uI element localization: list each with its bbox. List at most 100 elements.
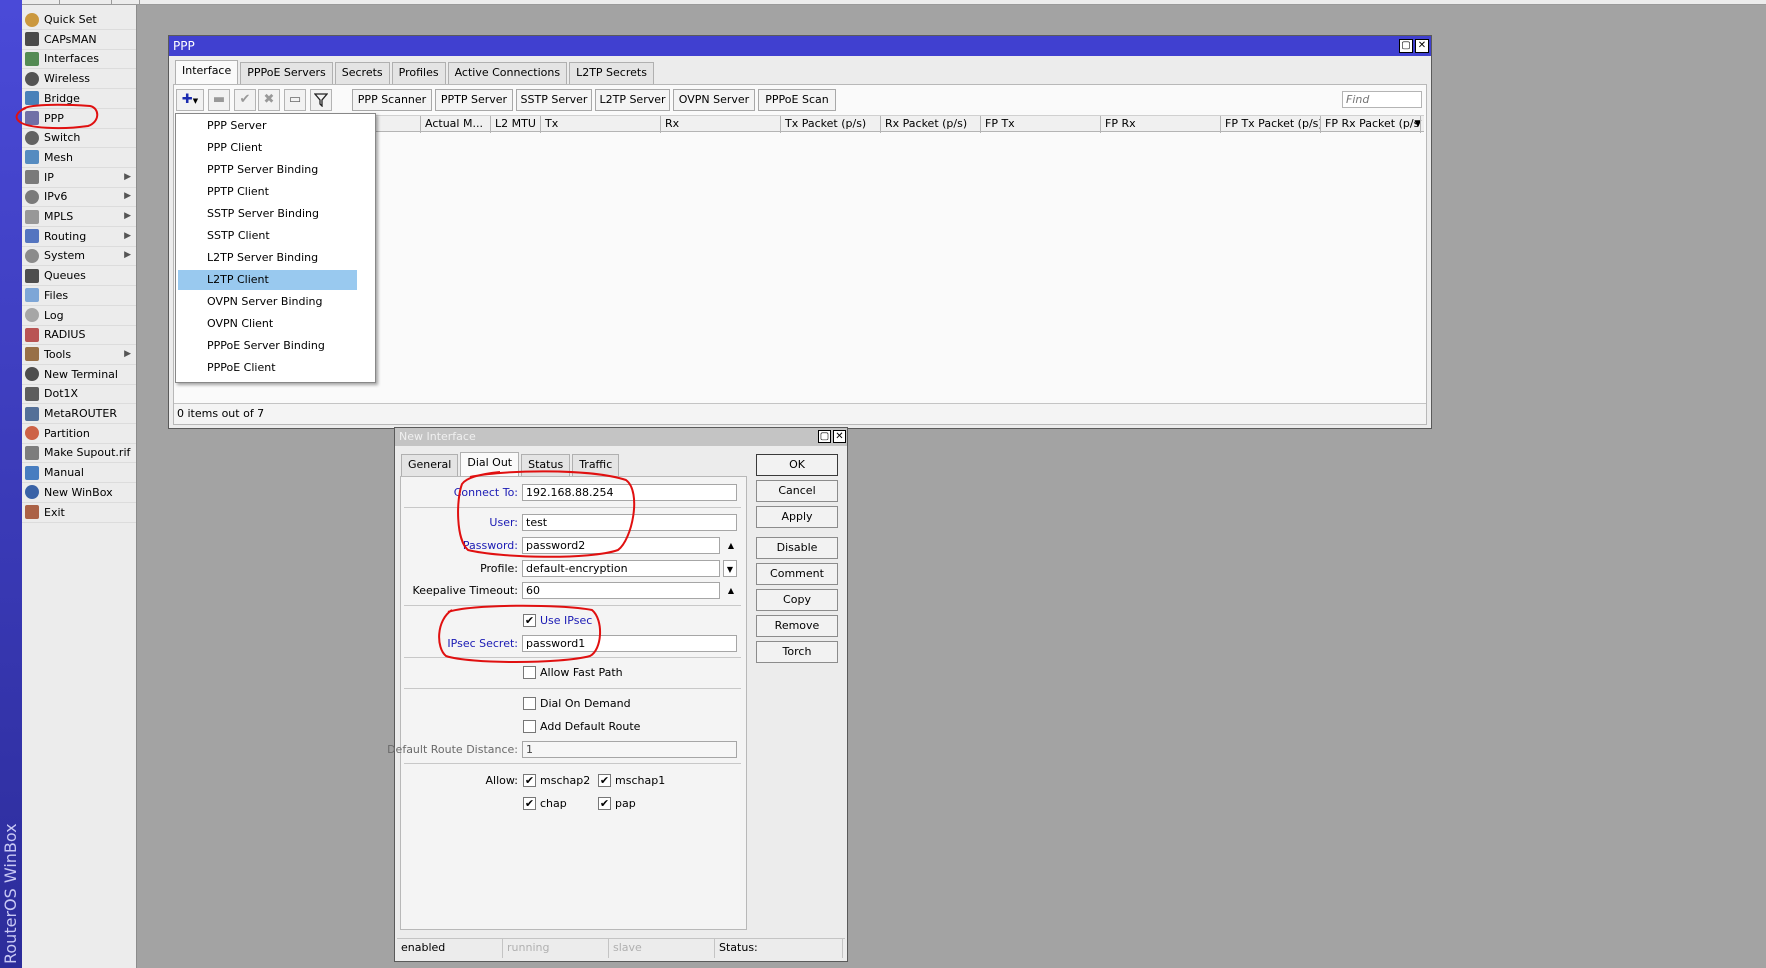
menu-item-pptp-server-binding[interactable]: PPTP Server Binding bbox=[178, 160, 357, 180]
sidebar-item-capsman[interactable]: CAPsMAN bbox=[22, 30, 136, 50]
column-header[interactable]: Tx Packet (p/s) bbox=[781, 116, 881, 133]
menu-item-pptp-client[interactable]: PPTP Client bbox=[178, 182, 357, 202]
sidebar-item-tools[interactable]: Tools ▶ bbox=[22, 345, 136, 365]
sidebar-item-new-terminal[interactable]: New Terminal bbox=[22, 365, 136, 385]
default-route-distance-input[interactable]: 1 bbox=[522, 741, 737, 758]
add-button[interactable]: ✚▼ bbox=[176, 89, 204, 111]
column-header[interactable]: FP Rx bbox=[1101, 116, 1221, 133]
ovpn-server-button[interactable]: OVPN Server bbox=[673, 89, 755, 111]
pptp-server-button[interactable]: PPTP Server bbox=[435, 89, 513, 111]
sidebar-item-partition[interactable]: Partition bbox=[22, 424, 136, 444]
sidebar-item-system[interactable]: System ▶ bbox=[22, 246, 136, 267]
remove-button[interactable]: ▬ bbox=[208, 89, 230, 111]
column-header[interactable]: FP Rx Packet (p/s) bbox=[1321, 116, 1421, 133]
menu-item-pppoe-server-binding[interactable]: PPPoE Server Binding bbox=[178, 336, 357, 356]
disable-button[interactable]: ✖ bbox=[258, 89, 280, 111]
menu-item-l2tp-server-binding[interactable]: L2TP Server Binding bbox=[178, 248, 357, 268]
use-ipsec-checkbox[interactable]: ✔ bbox=[523, 614, 536, 627]
close-icon[interactable]: ✕ bbox=[833, 430, 846, 443]
column-header[interactable]: FP Tx Packet (p/s) bbox=[1221, 116, 1321, 133]
tab-l2tp-secrets[interactable]: L2TP Secrets bbox=[569, 62, 654, 84]
maximize-icon[interactable]: ▢ bbox=[1399, 39, 1413, 53]
column-header[interactable]: Actual M... bbox=[421, 116, 491, 133]
sidebar-item-exit[interactable]: Exit bbox=[22, 503, 136, 523]
menu-item-l2tp-client[interactable]: L2TP Client bbox=[178, 270, 357, 290]
sidebar-item-ppp[interactable]: PPP bbox=[22, 109, 136, 129]
password-input[interactable]: password2 bbox=[522, 537, 720, 554]
column-header[interactable]: Rx Packet (p/s) bbox=[881, 116, 981, 133]
column-header[interactable]: L2 MTU bbox=[491, 116, 541, 133]
profile-select[interactable]: default-encryption bbox=[522, 560, 720, 577]
sidebar-item-interfaces[interactable]: Interfaces bbox=[22, 49, 136, 70]
new-interface-titlebar[interactable]: New Interface ▢ ✕ bbox=[395, 428, 847, 446]
close-icon[interactable]: ✕ bbox=[1415, 39, 1429, 53]
column-header[interactable]: Rx bbox=[661, 116, 781, 133]
sidebar-item-radius[interactable]: RADIUS bbox=[22, 325, 136, 346]
enable-button[interactable]: ✔ bbox=[234, 89, 256, 111]
ipsec-secret-input[interactable]: password1 bbox=[522, 635, 737, 652]
sidebar-item-bridge[interactable]: Bridge bbox=[22, 89, 136, 109]
collapse-arrow-icon[interactable]: ▲ bbox=[725, 582, 737, 599]
disable-button[interactable]: Disable bbox=[756, 537, 838, 559]
menu-item-ppp-server[interactable]: PPP Server bbox=[178, 116, 357, 136]
tab-status[interactable]: Status bbox=[521, 454, 571, 476]
chap-checkbox[interactable]: ✔ bbox=[523, 797, 536, 810]
sidebar-item-switch[interactable]: Switch bbox=[22, 128, 136, 149]
user-input[interactable]: test bbox=[522, 514, 737, 531]
ok-button[interactable]: OK bbox=[756, 454, 838, 476]
sidebar-item-ipv6[interactable]: IPv6 ▶ bbox=[22, 187, 136, 208]
pap-checkbox[interactable]: ✔ bbox=[598, 797, 611, 810]
sidebar-item-metarouter[interactable]: MetaROUTER bbox=[22, 404, 136, 424]
add-default-route-checkbox[interactable] bbox=[523, 720, 536, 733]
tab-interface[interactable]: Interface bbox=[175, 60, 239, 84]
maximize-icon[interactable]: ▢ bbox=[818, 430, 831, 443]
menu-item-pppoe-client[interactable]: PPPoE Client bbox=[178, 358, 357, 378]
filter-button[interactable] bbox=[310, 89, 332, 111]
copy-button[interactable]: Copy bbox=[756, 589, 838, 611]
ppp-scanner-button[interactable]: PPP Scanner bbox=[352, 89, 432, 111]
connect-to-input[interactable]: 192.168.88.254 bbox=[522, 484, 737, 501]
keepalive-input[interactable]: 60 bbox=[522, 582, 720, 599]
dial-on-demand-checkbox[interactable] bbox=[523, 697, 536, 710]
sidebar-item-wireless[interactable]: Wireless bbox=[22, 69, 136, 90]
l2tp-server-button[interactable]: L2TP Server bbox=[595, 89, 670, 111]
tab-dial-out[interactable]: Dial Out bbox=[460, 452, 520, 476]
sidebar-item-mesh[interactable]: Mesh bbox=[22, 148, 136, 168]
collapse-arrow-icon[interactable]: ▲ bbox=[725, 537, 737, 554]
sidebar-item-queues[interactable]: Queues bbox=[22, 266, 136, 287]
menu-item-sstp-client[interactable]: SSTP Client bbox=[178, 226, 357, 246]
sidebar-item-make-supout-rif[interactable]: Make Supout.rif bbox=[22, 443, 136, 464]
column-header[interactable]: Tx bbox=[541, 116, 661, 133]
menu-item-sstp-server-binding[interactable]: SSTP Server Binding bbox=[178, 204, 357, 224]
pppoe-scan-button[interactable]: PPPoE Scan bbox=[758, 89, 836, 111]
allow-fast-path-checkbox[interactable] bbox=[523, 666, 536, 679]
cancel-button[interactable]: Cancel bbox=[756, 480, 838, 502]
apply-button[interactable]: Apply bbox=[756, 506, 838, 528]
tab-secrets[interactable]: Secrets bbox=[334, 62, 390, 84]
comment-button[interactable]: ▭ bbox=[284, 89, 306, 111]
ppp-titlebar[interactable]: PPP ▢ ✕ bbox=[169, 36, 1431, 56]
sidebar-item-routing[interactable]: Routing ▶ bbox=[22, 227, 136, 247]
mschap1-checkbox[interactable]: ✔ bbox=[598, 774, 611, 787]
tab-general[interactable]: General bbox=[401, 454, 459, 476]
column-header[interactable]: FP Tx bbox=[981, 116, 1101, 133]
torch-button[interactable]: Torch bbox=[756, 641, 838, 663]
tab-pppoe-servers[interactable]: PPPoE Servers bbox=[240, 62, 333, 84]
sidebar-item-files[interactable]: Files bbox=[22, 286, 136, 306]
dropdown-arrow-icon[interactable]: ▼ bbox=[723, 560, 737, 577]
tab-active-connections[interactable]: Active Connections bbox=[447, 62, 568, 84]
mschap2-checkbox[interactable]: ✔ bbox=[523, 774, 536, 787]
sidebar-item-new-winbox[interactable]: New WinBox bbox=[22, 483, 136, 503]
sidebar-item-manual[interactable]: Manual bbox=[22, 463, 136, 484]
sidebar-item-quick-set[interactable]: Quick Set bbox=[22, 10, 136, 30]
comment-button[interactable]: Comment bbox=[756, 563, 838, 585]
menu-item-ovpn-client[interactable]: OVPN Client bbox=[178, 314, 357, 334]
find-input[interactable] bbox=[1342, 91, 1422, 108]
sidebar-item-ip[interactable]: IP ▶ bbox=[22, 168, 136, 188]
sstp-server-button[interactable]: SSTP Server bbox=[516, 89, 592, 111]
sidebar-item-log[interactable]: Log bbox=[22, 306, 136, 326]
remove-button[interactable]: Remove bbox=[756, 615, 838, 637]
menu-item-ppp-client[interactable]: PPP Client bbox=[178, 138, 357, 158]
sidebar-item-mpls[interactable]: MPLS ▶ bbox=[22, 207, 136, 227]
tab-profiles[interactable]: Profiles bbox=[391, 62, 446, 84]
